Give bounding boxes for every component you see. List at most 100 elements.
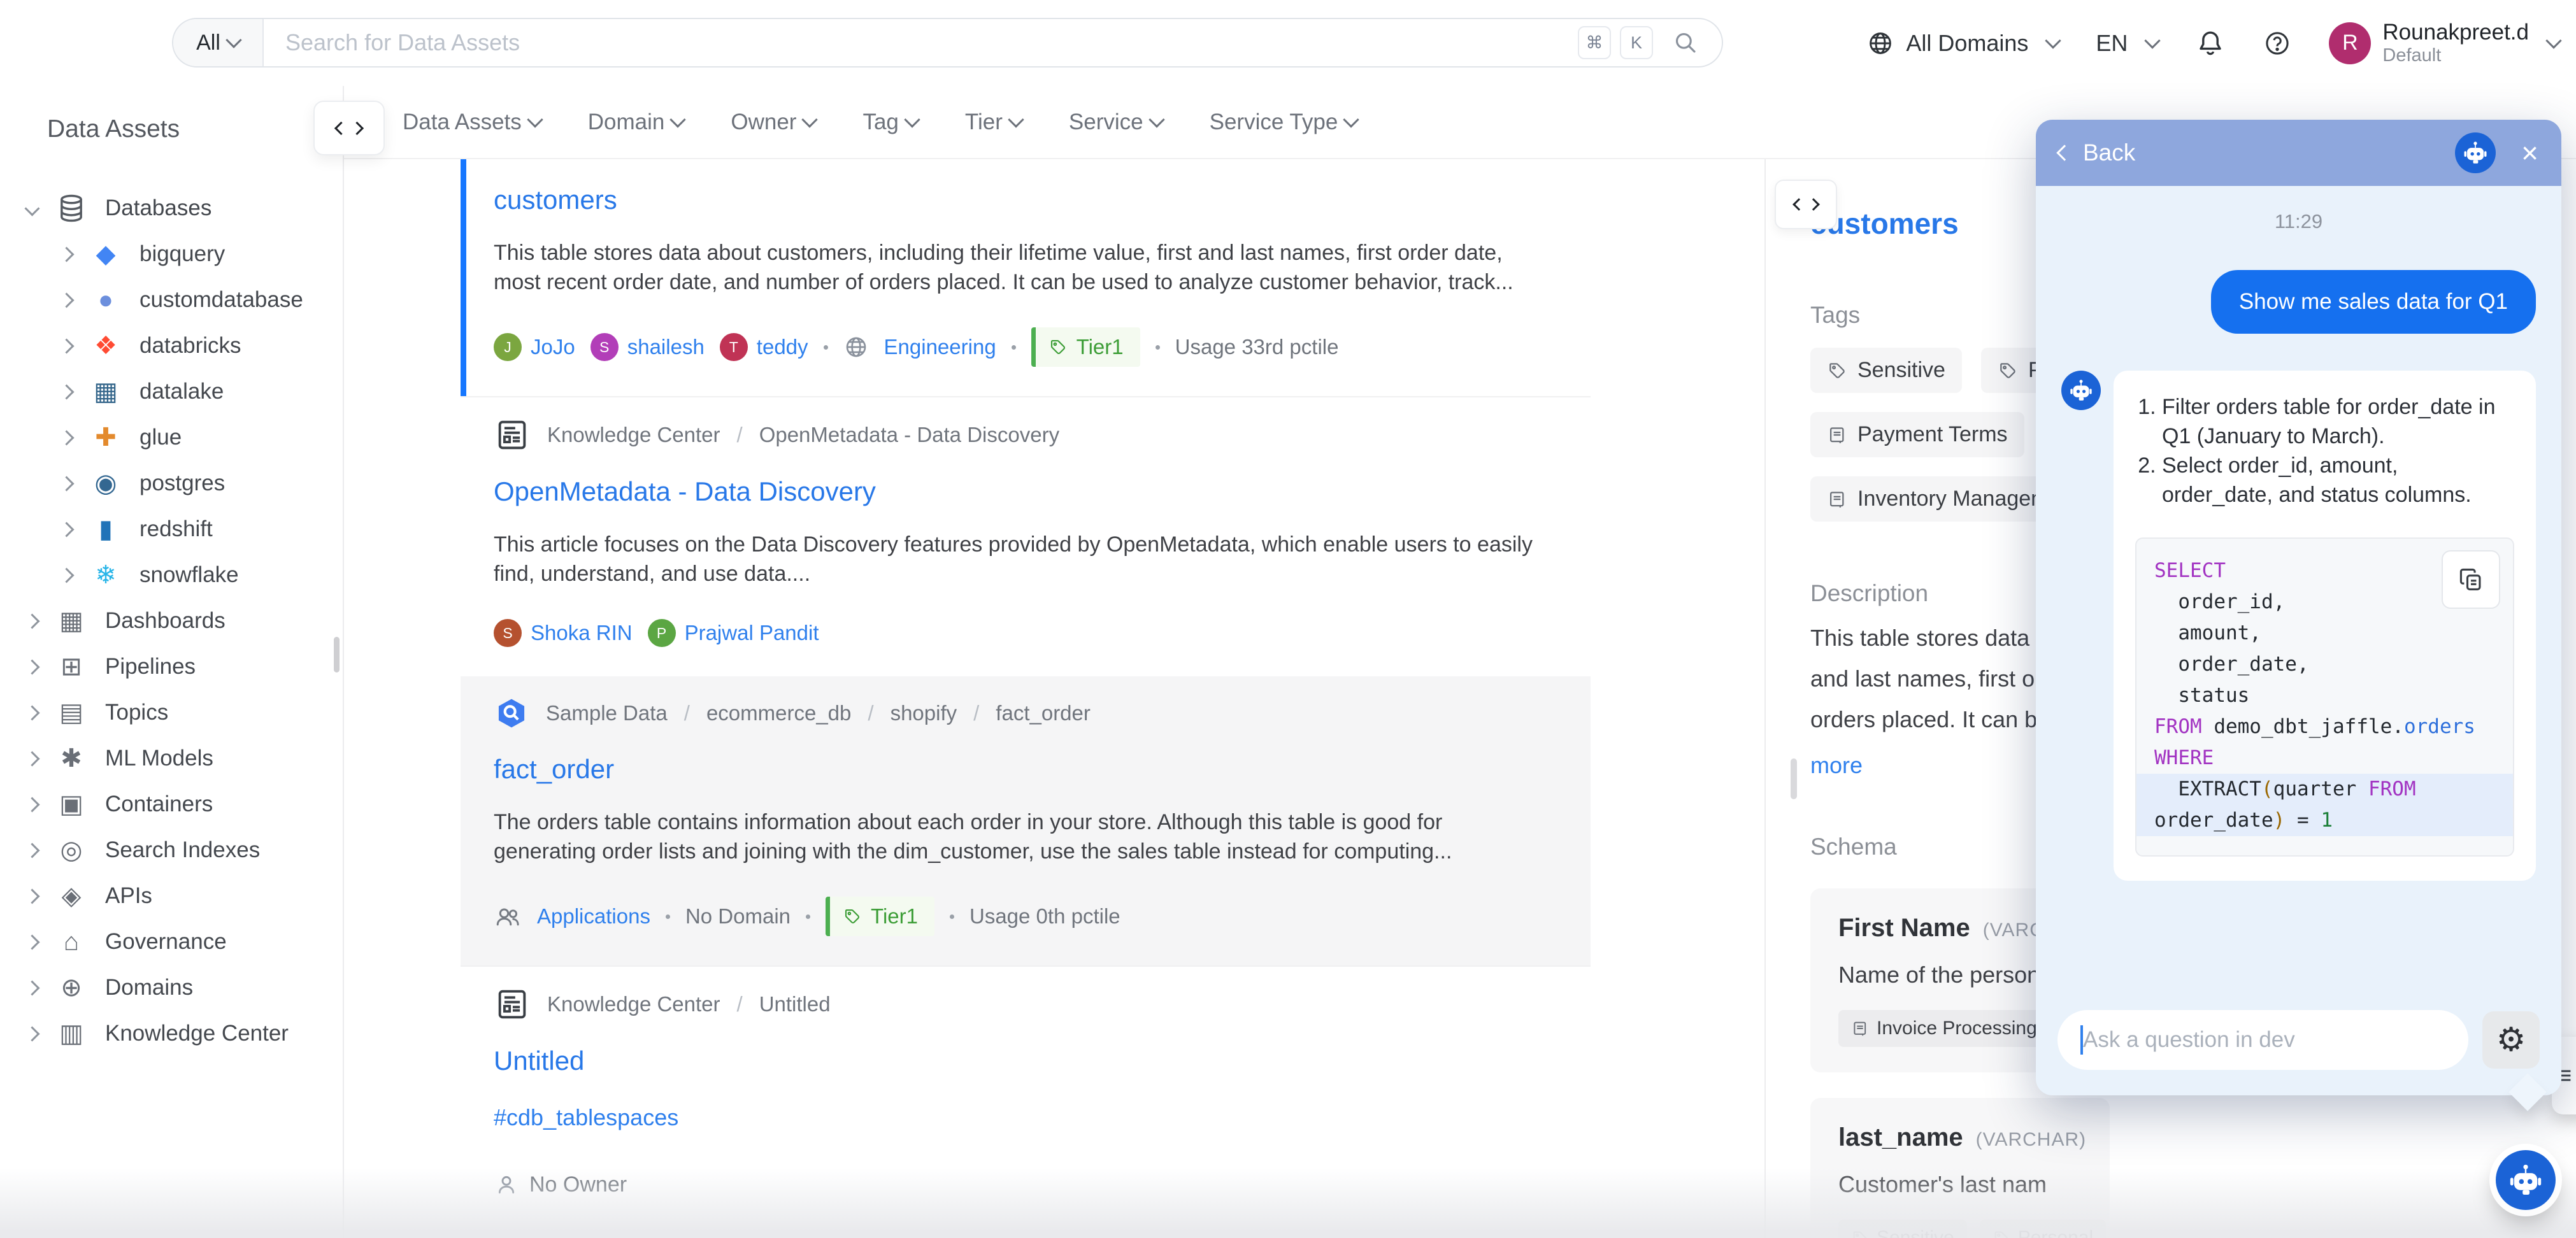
- sidebar-item-service[interactable]: ❖ databricks: [0, 323, 343, 369]
- filter-dropdown[interactable]: Service Type: [1210, 110, 1357, 135]
- chat-fab-button[interactable]: [2496, 1150, 2556, 1210]
- owner-link[interactable]: S shailesh: [590, 333, 705, 361]
- chevron-right-icon[interactable]: [24, 888, 39, 904]
- domains-dropdown[interactable]: All Domains: [1866, 29, 2059, 57]
- panel-scrollbar[interactable]: [1791, 758, 1797, 799]
- sidebar-item[interactable]: ▣ Containers: [0, 781, 343, 827]
- sidebar-item-service[interactable]: ▦ datalake: [0, 369, 343, 415]
- owner-link[interactable]: J JoJo: [494, 333, 575, 361]
- sidebar-item[interactable]: ▦ Dashboards: [0, 598, 343, 644]
- sidebar-item[interactable]: ⊕ Domains: [0, 965, 343, 1011]
- chevron-right-icon[interactable]: [24, 980, 39, 995]
- sidebar-collapse-button[interactable]: [313, 101, 385, 155]
- breadcrumb-item[interactable]: Knowledge Center: [547, 423, 720, 447]
- sidebar-item[interactable]: ✱ ML Models: [0, 736, 343, 781]
- chevron-right-icon[interactable]: [24, 613, 39, 629]
- breadcrumb-item[interactable]: fact_order: [996, 701, 1091, 725]
- close-icon[interactable]: ×: [2521, 138, 2538, 167]
- more-link[interactable]: more: [1810, 752, 1863, 779]
- chevron-right-icon[interactable]: [59, 292, 74, 308]
- chevron-right-icon[interactable]: [24, 705, 39, 720]
- sidebar-item-databases[interactable]: Databases: [0, 185, 343, 231]
- chevron-right-icon[interactable]: [24, 797, 39, 812]
- filter-dropdown[interactable]: Data Assets: [403, 110, 541, 135]
- tag-icon: [1993, 1229, 2010, 1238]
- copy-button[interactable]: [2442, 550, 2500, 609]
- result-card-article[interactable]: Knowledge Center / OpenMetadata - Data D…: [461, 397, 1591, 676]
- chevron-right-icon[interactable]: [24, 751, 39, 766]
- breadcrumb-item[interactable]: shopify: [891, 701, 957, 725]
- sidebar-item-label: snowflake: [140, 562, 239, 588]
- sidebar-item-service[interactable]: ● customdatabase: [0, 277, 343, 323]
- filter-dropdown[interactable]: Tag: [862, 110, 917, 135]
- result-title-link[interactable]: fact_order: [494, 754, 614, 785]
- result-card-untitled[interactable]: Knowledge Center / Untitled Untitled #cd…: [461, 967, 1591, 1227]
- sidebar-item-service[interactable]: ❄ snowflake: [0, 552, 343, 598]
- chevron-right-icon[interactable]: [59, 430, 74, 445]
- help-button[interactable]: [2263, 29, 2292, 58]
- user-profile-menu[interactable]: R Rounakpreet.d Default: [2329, 20, 2559, 67]
- hashtag-link[interactable]: #cdb_tablespaces: [494, 1104, 678, 1131]
- breadcrumb-item[interactable]: Untitled: [759, 992, 831, 1016]
- breadcrumb-item[interactable]: Sample Data: [546, 701, 668, 725]
- breadcrumb-item[interactable]: ecommerce_db: [706, 701, 851, 725]
- sidebar-item[interactable]: ◎ Search Indexes: [0, 827, 343, 873]
- search-input[interactable]: [264, 29, 1578, 56]
- result-card-fact-order[interactable]: Sample Data / ecommerce_db / shopify / f…: [461, 676, 1591, 965]
- result-description: This table stores data about customers, …: [494, 238, 1557, 297]
- chevron-right-icon[interactable]: [24, 659, 39, 674]
- sidebar-item[interactable]: ⌂ Governance: [0, 919, 343, 965]
- chevron-right-icon[interactable]: [24, 843, 39, 858]
- glossary-chip[interactable]: Invoice Processing: [1838, 1010, 2050, 1047]
- owner-link[interactable]: P Prajwal Pandit: [648, 619, 819, 647]
- glossary-chip[interactable]: Payment Terms: [1810, 412, 2024, 457]
- owner-link[interactable]: T teddy: [720, 333, 808, 361]
- search-scope-dropdown[interactable]: All: [173, 19, 264, 66]
- breadcrumb-item[interactable]: OpenMetadata - Data Discovery: [759, 423, 1059, 447]
- tag-icon: [1827, 360, 1847, 381]
- filter-dropdown[interactable]: Tier: [965, 110, 1022, 135]
- result-card-customers[interactable]: customers This table stores data about c…: [461, 159, 1591, 396]
- tag-chip[interactable]: Sensitive: [1838, 1220, 1967, 1238]
- domain-link[interactable]: Engineering: [884, 335, 996, 359]
- filter-dropdown[interactable]: Service: [1069, 110, 1163, 135]
- chevron-right-icon[interactable]: [59, 338, 74, 353]
- owner-link[interactable]: S Shoka RIN: [494, 619, 633, 647]
- sidebar-item-label: Search Indexes: [105, 837, 260, 863]
- chevron-right-icon[interactable]: [24, 1026, 39, 1041]
- result-description: This article focuses on the Data Discove…: [494, 530, 1557, 588]
- filter-dropdown[interactable]: Domain: [588, 110, 684, 135]
- tag-chip[interactable]: Sensitive: [1810, 348, 1962, 393]
- result-title-link[interactable]: Untitled: [494, 1046, 584, 1076]
- chevron-right-icon[interactable]: [59, 246, 74, 262]
- sidebar-item-service[interactable]: ✚ glue: [0, 415, 343, 460]
- panel-collapse-button[interactable]: [1775, 180, 1837, 229]
- back-button[interactable]: Back: [2059, 139, 2135, 166]
- chevron-right-icon[interactable]: [59, 384, 74, 399]
- search-icon[interactable]: [1672, 29, 1699, 56]
- chat-input[interactable]: [2057, 1010, 2468, 1070]
- result-title-link[interactable]: OpenMetadata - Data Discovery: [494, 476, 876, 507]
- sidebar-item-service[interactable]: ◆ bigquery: [0, 231, 343, 277]
- breadcrumb-item[interactable]: Knowledge Center: [547, 992, 720, 1016]
- chevron-down-icon[interactable]: [24, 201, 39, 216]
- sidebar-item[interactable]: ⊞ Pipelines: [0, 644, 343, 690]
- breadcrumb: Sample Data / ecommerce_db / shopify / f…: [494, 695, 1557, 731]
- sidebar-item[interactable]: ▥ Knowledge Center: [0, 1011, 343, 1057]
- chat-settings-button[interactable]: ⚙: [2482, 1011, 2540, 1069]
- sidebar-item[interactable]: ▤ Topics: [0, 690, 343, 736]
- chevron-right-icon[interactable]: [59, 476, 74, 491]
- notifications-button[interactable]: [2195, 28, 2226, 59]
- sidebar-item-service[interactable]: ▮ redshift: [0, 506, 343, 552]
- sidebar-item[interactable]: ◈ APIs: [0, 873, 343, 919]
- tag-chip[interactable]: Personal: [1980, 1220, 2106, 1238]
- sidebar-item-service[interactable]: ◉ postgres: [0, 460, 343, 506]
- chevron-right-icon[interactable]: [59, 522, 74, 537]
- language-dropdown[interactable]: EN: [2096, 30, 2158, 57]
- filter-dropdown[interactable]: Owner: [731, 110, 815, 135]
- sidebar-scrollbar[interactable]: [334, 637, 340, 672]
- chevron-right-icon[interactable]: [24, 934, 39, 950]
- chevron-right-icon[interactable]: [59, 567, 74, 583]
- team-link[interactable]: Applications: [537, 904, 650, 928]
- result-title-link[interactable]: customers: [494, 185, 617, 215]
